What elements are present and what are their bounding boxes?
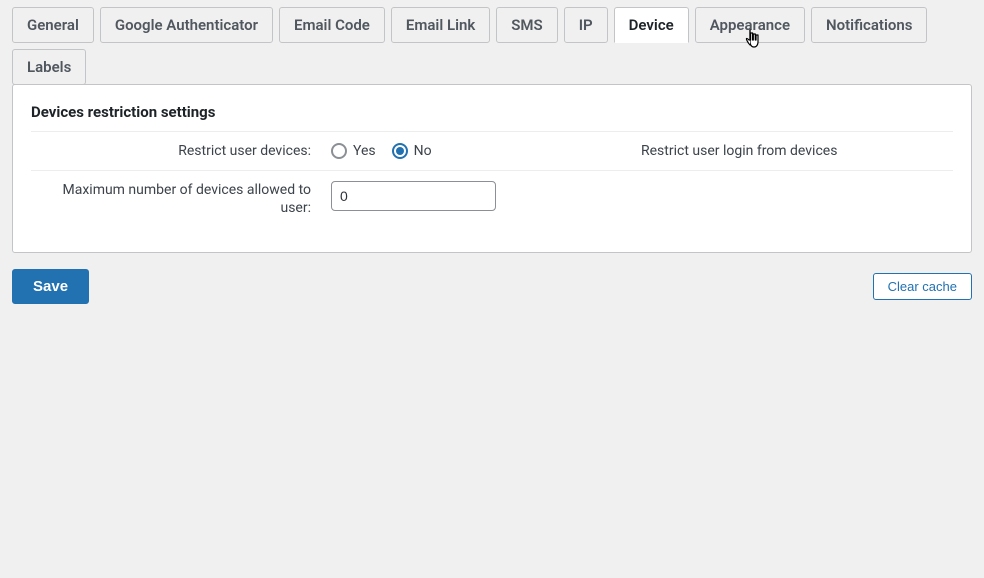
radio-label: No bbox=[414, 143, 432, 159]
save-button[interactable]: Save bbox=[12, 269, 89, 304]
radio-icon bbox=[392, 143, 408, 159]
settings-panel: Devices restriction settings Restrict us… bbox=[12, 84, 972, 253]
section-title: Devices restriction settings bbox=[31, 103, 953, 131]
tab-email-code[interactable]: Email Code bbox=[279, 7, 385, 43]
radio-icon bbox=[331, 143, 347, 159]
tab-notifications[interactable]: Notifications bbox=[811, 7, 927, 43]
max-devices-input[interactable] bbox=[331, 181, 496, 211]
max-devices-label: Maximum number of devices allowed to use… bbox=[31, 181, 331, 217]
tab-email-link[interactable]: Email Link bbox=[391, 7, 490, 43]
tab-appearance[interactable]: Appearance bbox=[695, 7, 805, 43]
tab-device[interactable]: Device bbox=[614, 7, 689, 43]
restrict-devices-options: Yes No bbox=[331, 143, 641, 159]
restrict-devices-help: Restrict user login from devices bbox=[641, 143, 953, 159]
row-restrict-devices: Restrict user devices: Yes No Restrict u… bbox=[31, 131, 953, 170]
tab-labels[interactable]: Labels bbox=[12, 49, 86, 85]
tabs-nav: General Google Authenticator Email Code … bbox=[12, 7, 972, 85]
tab-google-authenticator[interactable]: Google Authenticator bbox=[100, 7, 273, 43]
max-devices-input-wrap bbox=[331, 181, 641, 211]
tab-general[interactable]: General bbox=[12, 7, 94, 43]
radio-label: Yes bbox=[353, 143, 376, 159]
row-max-devices: Maximum number of devices allowed to use… bbox=[31, 170, 953, 227]
action-bar: Save Clear cache bbox=[12, 269, 972, 304]
clear-cache-button[interactable]: Clear cache bbox=[873, 273, 972, 300]
restrict-yes-option[interactable]: Yes bbox=[331, 143, 376, 159]
tab-sms[interactable]: SMS bbox=[496, 7, 557, 43]
tab-ip[interactable]: IP bbox=[564, 7, 608, 43]
restrict-no-option[interactable]: No bbox=[392, 143, 432, 159]
restrict-devices-label: Restrict user devices: bbox=[31, 142, 331, 160]
